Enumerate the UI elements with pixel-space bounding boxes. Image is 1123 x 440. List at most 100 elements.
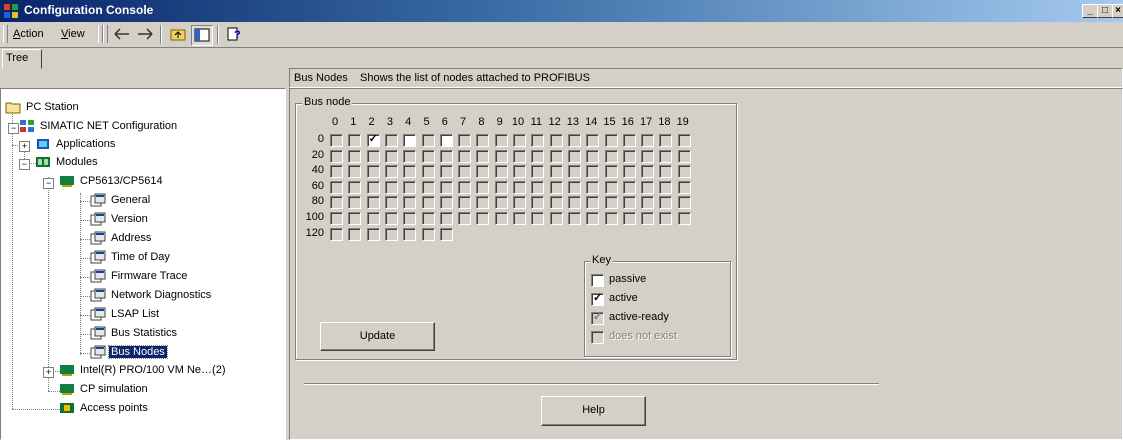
tree-node-version[interactable]: Version	[90, 211, 150, 229]
row-header: 40	[311, 164, 324, 177]
minimize-button[interactable]: _	[1082, 4, 1098, 18]
card-icon	[60, 384, 74, 396]
expander-cp5613[interactable]: −	[43, 178, 54, 189]
tree-node-firmware-trace[interactable]: Firmware Trace	[90, 268, 189, 286]
tree-node-cp5613[interactable]: CP5613/CP5614	[59, 173, 165, 191]
show-hide-tree-icon[interactable]	[191, 25, 213, 46]
bus-node-checkbox	[604, 180, 618, 194]
help-button[interactable]: Help	[541, 396, 646, 426]
tree-node-lsap-list[interactable]: LSAP List	[90, 306, 161, 324]
bus-node-checkbox	[403, 165, 417, 179]
details-panel: Bus node 0 1 2 3 4 5 6 7 8 9 10 11 12 13 14 15 16 17 18 19 0…	[289, 88, 1123, 440]
bus-node-checkbox	[366, 149, 380, 163]
expander-applications[interactable]: +	[19, 141, 30, 152]
bus-node-checkbox	[384, 180, 398, 194]
bus-node-checkbox	[586, 180, 600, 194]
bus-node-checkbox	[531, 149, 545, 163]
key-not-exist-checkbox	[591, 331, 604, 344]
bus-node-checkbox	[531, 212, 545, 225]
bus-node-checkbox	[513, 134, 526, 147]
tree-node-pc-station[interactable]: PC Station	[5, 99, 81, 117]
tree-node-intel[interactable]: Intel(R) PRO/100 VM Ne…(2)	[59, 362, 227, 380]
expander-intel[interactable]: +	[43, 367, 54, 378]
tree-node-network-diagnostics[interactable]: Network Diagnostics	[90, 287, 213, 305]
bus-node-checkbox	[641, 134, 655, 147]
tree-node-modules[interactable]: Modules	[35, 154, 100, 172]
expander-simatic[interactable]: −	[8, 123, 19, 134]
bus-node-checkbox	[366, 212, 380, 225]
bus-node-checkbox	[403, 180, 417, 194]
column-header: 17	[639, 116, 653, 128]
bus-node-checkbox	[604, 134, 618, 147]
tree-panel[interactable]: PC Station − SIMATIC NET Configuration +…	[0, 88, 286, 440]
bus-node-title: Bus node	[302, 96, 353, 108]
bus-node-checkbox	[330, 180, 343, 194]
property-page-icon	[90, 193, 106, 207]
row-header: 120	[305, 226, 324, 239]
tree-node-general[interactable]: General	[90, 192, 152, 210]
bus-node-checkbox	[494, 212, 508, 225]
tree-node-access-points[interactable]: Access points	[59, 400, 150, 418]
tree-node-simatic-net[interactable]: SIMATIC NET Configuration	[19, 118, 179, 136]
bus-node-checkbox	[659, 212, 673, 225]
expander-modules[interactable]: −	[19, 159, 30, 170]
left-arrow-icon[interactable]	[112, 25, 132, 44]
title-bar: Configuration Console _ □ ×	[0, 0, 1123, 22]
bus-node-checkbox	[604, 196, 618, 210]
bus-node-checkbox	[513, 149, 526, 163]
maximize-button[interactable]: □	[1097, 4, 1113, 18]
help-icon[interactable]: ?	[224, 25, 244, 44]
bus-node-checkbox	[531, 196, 545, 210]
tree-node-cp-simulation[interactable]: CP simulation	[59, 381, 150, 399]
bus-node-checkbox	[421, 180, 435, 194]
tree-node-address[interactable]: Address	[90, 230, 153, 248]
bus-node-checkbox	[330, 212, 343, 225]
folder-up-icon[interactable]	[168, 25, 188, 44]
folder-icon	[5, 102, 21, 114]
tree-node-time-of-day[interactable]: Time of Day	[90, 249, 172, 267]
bus-node-checkbox	[513, 212, 526, 225]
bus-node-checkbox	[549, 180, 563, 194]
bus-node-checkbox	[641, 165, 655, 179]
access-points-icon	[60, 403, 74, 414]
tree-node-bus-statistics[interactable]: Bus Statistics	[90, 325, 179, 343]
bus-node-checkbox	[476, 212, 490, 225]
tree-node-bus-nodes[interactable]: Bus Nodes	[90, 344, 168, 362]
bus-node-checkbox	[348, 180, 362, 194]
bus-node-checkbox	[439, 149, 453, 163]
bus-node-checkbox	[330, 134, 343, 147]
bus-node-checkbox	[604, 212, 618, 225]
bus-node-checkbox	[641, 180, 655, 194]
bus-node-checkbox	[421, 149, 435, 163]
bus-node-checkbox	[567, 134, 581, 147]
key-active-label: active	[609, 292, 638, 304]
bus-node-checkbox	[549, 134, 563, 147]
bus-node-checkbox	[458, 212, 472, 225]
bus-node-checkbox	[403, 227, 417, 241]
bus-node-checkbox	[421, 227, 435, 241]
bus-node-checkbox	[366, 180, 380, 194]
bus-node-checkbox	[641, 196, 655, 210]
bus-node-checkbox	[458, 196, 472, 210]
column-header: 2	[368, 116, 375, 128]
bus-node-checkbox	[604, 149, 618, 163]
bus-node-checkbox	[458, 149, 472, 163]
row-header: 80	[311, 195, 324, 208]
tree-node-applications[interactable]: Applications	[35, 136, 117, 154]
header-name: Bus Nodes	[294, 72, 348, 84]
bus-node-checkbox	[659, 196, 673, 210]
key-active-checkbox: ✓	[591, 292, 604, 306]
update-button[interactable]: Update	[320, 322, 435, 351]
toolbar-separator	[160, 25, 162, 44]
menu-toolbar: Action View ?	[0, 22, 1123, 48]
close-button[interactable]: ×	[1112, 4, 1123, 18]
menu-view[interactable]: View	[61, 28, 85, 40]
property-page-icon	[90, 326, 106, 340]
menu-action[interactable]: Action	[13, 28, 44, 40]
right-arrow-icon[interactable]	[135, 25, 155, 44]
bus-node-checkbox	[494, 149, 508, 163]
column-header: 13	[566, 116, 580, 128]
tab-tree[interactable]: Tree	[2, 49, 42, 69]
bus-node-checkbox	[403, 196, 417, 210]
bus-node-checkbox	[384, 149, 398, 163]
